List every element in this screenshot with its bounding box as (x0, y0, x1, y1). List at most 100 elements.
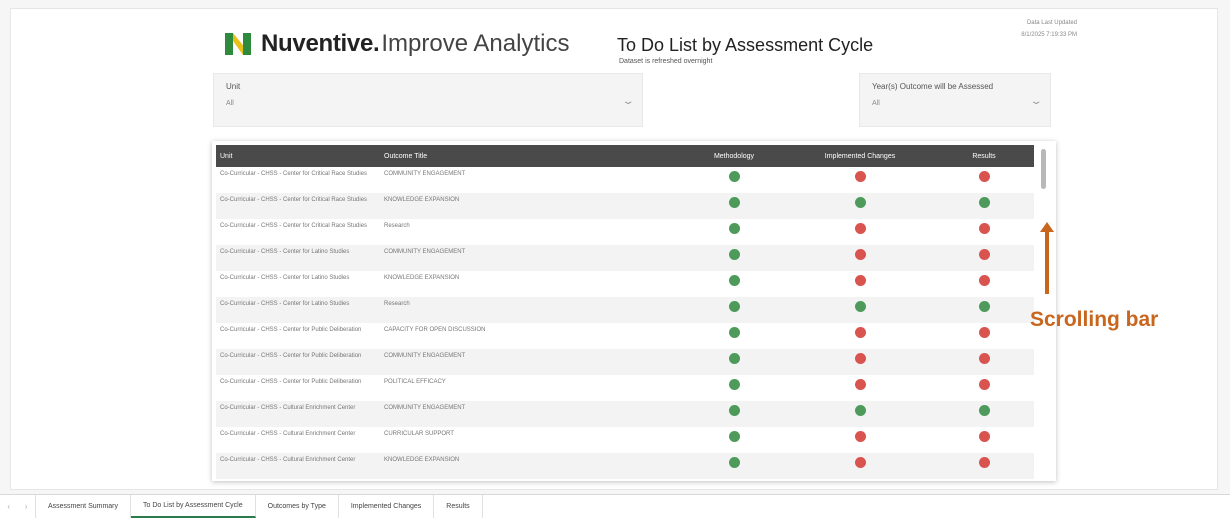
table-row[interactable]: Co-Curricular - CHSS - Cultural Enrichme… (216, 453, 1034, 479)
table-row[interactable]: Co-Curricular - CHSS - Cultural Enrichme… (216, 401, 1034, 427)
cell-results (934, 453, 1034, 479)
unit-filter[interactable]: Unit All ⌄ (213, 73, 643, 127)
tab-implemented-changes[interactable]: Implemented Changes (339, 495, 435, 518)
column-header-implemented-changes[interactable]: Implemented Changes (786, 145, 934, 167)
status-green-icon (978, 197, 990, 208)
cell-unit: Co-Curricular - CHSS - Center for Critic… (220, 223, 368, 229)
table-row[interactable]: Co-Curricular - CHSS - Center for Public… (216, 349, 1034, 375)
tab-assessment-summary[interactable]: Assessment Summary (36, 495, 132, 518)
chevron-down-icon[interactable]: ⌄ (621, 96, 634, 107)
cell-implemented-changes (786, 401, 934, 427)
status-green-icon (728, 171, 740, 182)
cell-implemented-changes (786, 167, 934, 193)
status-green-icon (728, 431, 740, 442)
cell-implemented-changes (786, 245, 934, 271)
vertical-scrollbar[interactable] (1041, 149, 1046, 189)
status-red-icon (854, 327, 866, 338)
table-row[interactable]: Co-Curricular - CHSS - Center for Critic… (216, 219, 1034, 245)
cell-unit: Co-Curricular - CHSS - Center for Critic… (220, 197, 368, 203)
year-filter[interactable]: Year(s) Outcome will be Assessed All ⌄ (859, 73, 1051, 127)
next-page-icon[interactable]: › (25, 502, 28, 511)
cell-methodology (682, 427, 786, 453)
prev-page-icon[interactable]: ‹ (7, 502, 10, 511)
table-row[interactable]: Co-Curricular - CHSS - Cultural Enrichme… (216, 427, 1034, 453)
status-red-icon (978, 171, 990, 182)
logo-mark-icon (225, 33, 251, 55)
cell-methodology (682, 219, 786, 245)
cell-outcome-title: KNOWLEDGE EXPANSION (384, 275, 460, 281)
status-green-icon (854, 197, 866, 208)
cell-methodology (682, 167, 786, 193)
table-row[interactable]: Co-Curricular - CHSS - Center for Critic… (216, 193, 1034, 219)
cell-methodology (682, 375, 786, 401)
cell-unit: Co-Curricular - CHSS - Center for Critic… (220, 171, 368, 177)
table-row[interactable]: Co-Curricular - CHSS - Center for Critic… (216, 167, 1034, 193)
page-title: To Do List by Assessment Cycle (617, 35, 874, 55)
cell-methodology (682, 349, 786, 375)
table-row[interactable]: Co-Curricular - CHSS - Center for Public… (216, 323, 1034, 349)
status-green-icon (728, 275, 740, 286)
status-green-icon (978, 405, 990, 416)
table-row[interactable]: Co-Curricular - CHSS - Center for Latino… (216, 271, 1034, 297)
cell-implemented-changes (786, 349, 934, 375)
status-green-icon (728, 249, 740, 260)
cell-unit: Co-Curricular - CHSS - Center for Latino… (220, 275, 350, 281)
cell-outcome-title: Research (384, 223, 410, 229)
table-row[interactable]: Co-Curricular - CHSS - Center for Latino… (216, 297, 1034, 323)
cell-unit: Co-Curricular - CHSS - Cultural Enrichme… (220, 405, 356, 411)
cell-methodology (682, 401, 786, 427)
tab-to-do-list[interactable]: To Do List by Assessment Cycle (131, 495, 256, 518)
column-header-unit[interactable]: Unit (216, 145, 380, 167)
tab-results[interactable]: Results (434, 495, 483, 518)
cell-results (934, 427, 1034, 453)
status-red-icon (854, 275, 866, 286)
cell-results (934, 271, 1034, 297)
updated-value: 8/1/2025 7:19:33 PM (1021, 32, 1077, 38)
status-green-icon (854, 405, 866, 416)
cell-implemented-changes (786, 297, 934, 323)
cell-outcome-title: KNOWLEDGE EXPANSION (384, 197, 460, 203)
table-row[interactable]: Co-Curricular - CHSS - Center for Public… (216, 375, 1034, 401)
cell-outcome-title: Research (384, 301, 410, 307)
todo-table: Unit Outcome Title Methodology Implement… (212, 141, 1056, 481)
arrow-up-icon (1040, 222, 1054, 294)
cell-implemented-changes (786, 219, 934, 245)
cell-unit: Co-Curricular - CHSS - Center for Public… (220, 327, 362, 333)
app-window: Nuventive. Improve Analytics To Do List … (0, 0, 1230, 518)
cell-implemented-changes (786, 453, 934, 479)
cell-unit: Co-Curricular - CHSS - Center for Public… (220, 353, 362, 359)
tab-outcomes-by-type[interactable]: Outcomes by Type (256, 495, 339, 518)
cell-results (934, 323, 1034, 349)
status-green-icon (728, 457, 740, 468)
column-header-outcome[interactable]: Outcome Title (380, 145, 682, 167)
cell-methodology (682, 193, 786, 219)
status-red-icon (854, 171, 866, 182)
data-last-updated: Data Last Updated 8/1/2025 7:19:33 PM (1021, 17, 1077, 41)
status-green-icon (728, 379, 740, 390)
scrolling-bar-annotation: Scrolling bar (1030, 308, 1159, 331)
status-green-icon (728, 301, 740, 312)
logo-brand-text: Nuventive. (261, 30, 380, 57)
cell-results (934, 167, 1034, 193)
status-green-icon (728, 223, 740, 234)
table-row[interactable]: Co-Curricular - CHSS - Center for Latino… (216, 245, 1034, 271)
cell-unit: Co-Curricular - CHSS - Cultural Enrichme… (220, 457, 356, 463)
status-red-icon (978, 275, 990, 286)
cell-results (934, 193, 1034, 219)
status-red-icon (854, 249, 866, 260)
column-header-methodology[interactable]: Methodology (682, 145, 786, 167)
cell-results (934, 375, 1034, 401)
cell-results (934, 349, 1034, 375)
status-red-icon (854, 353, 866, 364)
cell-outcome-title: CAPACITY FOR OPEN DISCUSSION (384, 327, 486, 333)
status-red-icon (978, 249, 990, 260)
chevron-down-icon[interactable]: ⌄ (1029, 96, 1042, 107)
status-red-icon (978, 223, 990, 234)
cell-outcome-title: POLITICAL EFFICACY (384, 379, 446, 385)
page-tab-bar: ‹ › Assessment Summary To Do List by Ass… (0, 494, 1230, 518)
tab-nav: ‹ › (0, 495, 36, 518)
column-header-results[interactable]: Results (934, 145, 1034, 167)
cell-results (934, 297, 1034, 323)
status-red-icon (854, 431, 866, 442)
table-header-row: Unit Outcome Title Methodology Implement… (216, 145, 1034, 167)
